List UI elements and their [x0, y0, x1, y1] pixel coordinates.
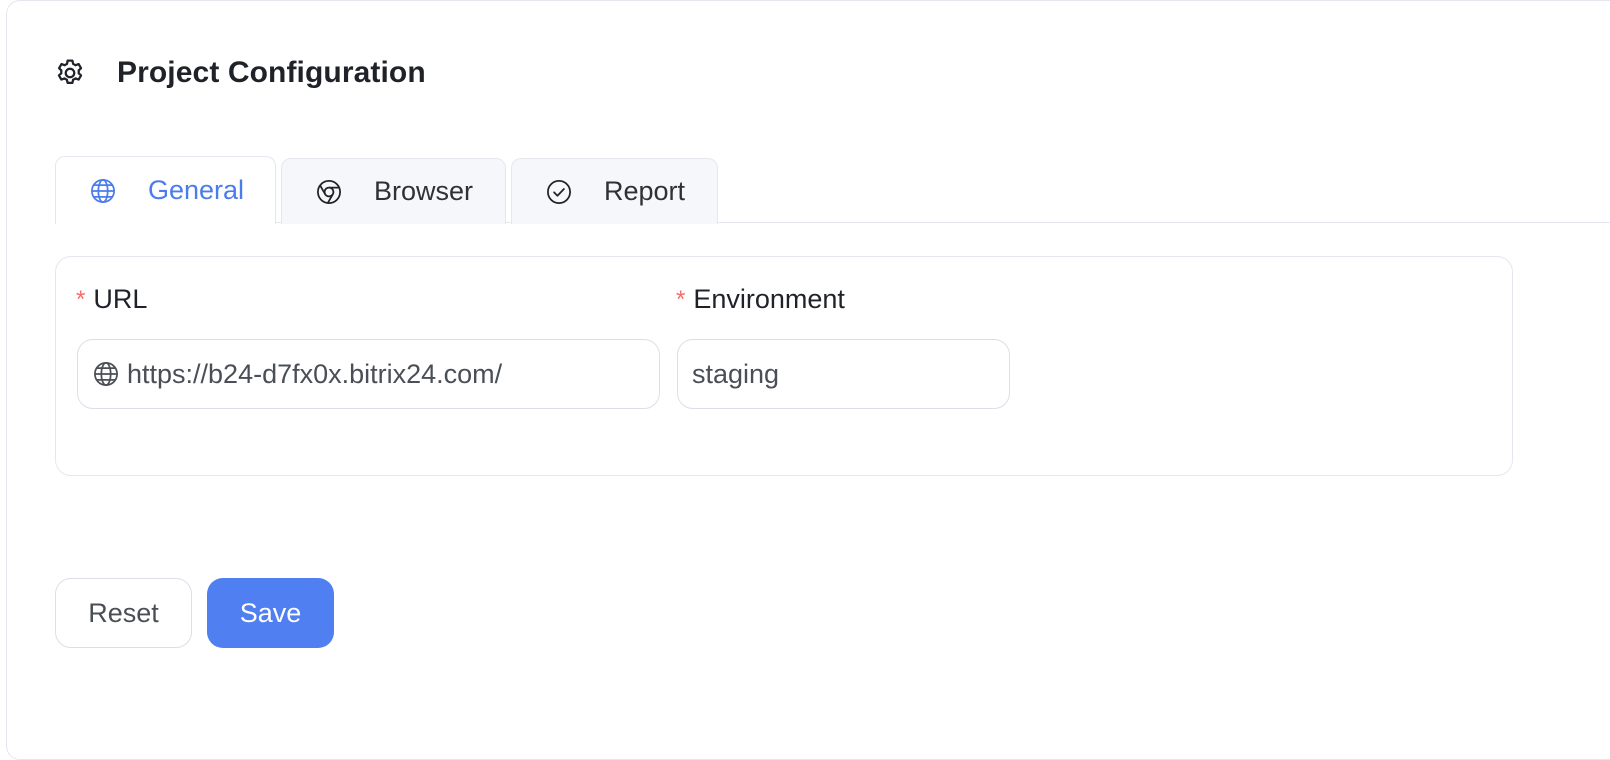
- chrome-icon: [314, 177, 344, 207]
- tab-label: Browser: [374, 176, 474, 206]
- url-input-value: https://b24-d7fx0x.bitrix24.com/: [127, 358, 503, 389]
- reset-button[interactable]: Reset: [55, 578, 192, 648]
- url-input[interactable]: https://b24-d7fx0x.bitrix24.com/: [77, 339, 660, 409]
- tab-bar: General Browser Report: [55, 156, 723, 224]
- check-circle-icon: [544, 177, 574, 207]
- gear-icon: [53, 56, 87, 90]
- page-title: Project Configuration: [117, 56, 426, 89]
- page-header: Project Configuration: [53, 54, 426, 92]
- tab-report[interactable]: Report: [511, 158, 718, 224]
- required-asterisk: *: [676, 285, 686, 313]
- environment-input-value: staging: [692, 358, 780, 389]
- required-asterisk: *: [76, 285, 86, 313]
- tab-general[interactable]: General: [55, 156, 276, 224]
- globe-icon: [88, 176, 118, 206]
- environment-label: * Environment: [676, 284, 845, 315]
- tab-browser[interactable]: Browser: [281, 158, 506, 224]
- tab-label: General: [148, 175, 245, 205]
- url-label-text: URL: [93, 284, 148, 314]
- globe-icon: [91, 359, 121, 389]
- environment-label-text: Environment: [693, 284, 845, 314]
- tab-label: Report: [604, 176, 686, 206]
- save-button[interactable]: Save: [207, 578, 334, 648]
- environment-input[interactable]: staging: [677, 339, 1010, 409]
- url-label: * URL: [76, 284, 147, 315]
